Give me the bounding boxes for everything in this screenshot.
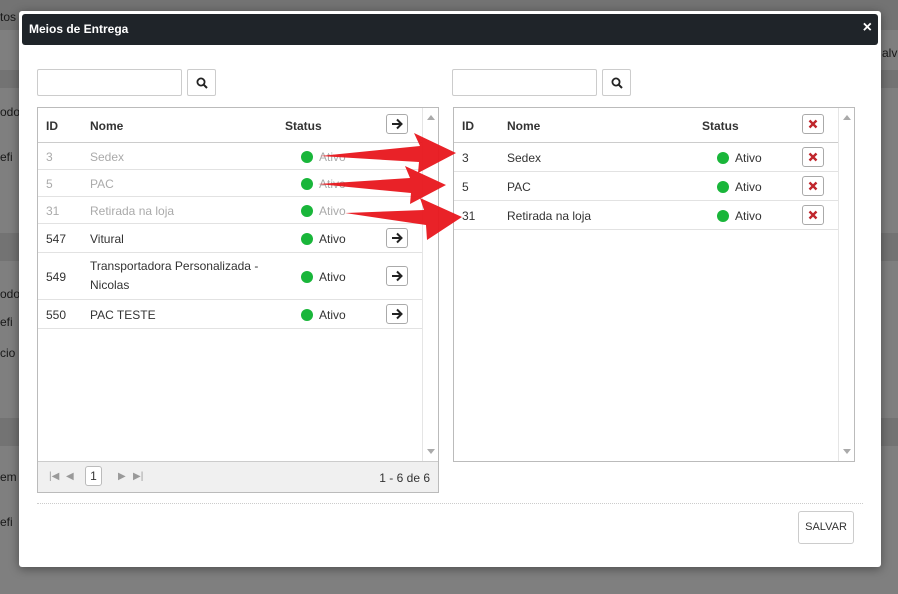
grid-header: ID Nome Status (38, 108, 423, 143)
footer-divider (37, 503, 863, 504)
row-id: 31 (46, 204, 60, 218)
vertical-scrollbar[interactable] (422, 108, 438, 461)
row-status: Ativo (319, 177, 346, 191)
column-header-id[interactable]: ID (46, 119, 58, 133)
left-search-input[interactable] (37, 69, 182, 96)
vertical-scrollbar[interactable] (838, 108, 854, 461)
table-row: 31 Retirada na loja Ativo (38, 197, 423, 224)
row-status: Ativo (319, 308, 346, 322)
search-icon (611, 77, 623, 89)
column-header-nome[interactable]: Nome (90, 119, 123, 133)
status-active-icon (717, 181, 729, 193)
column-header-status[interactable]: Status (702, 119, 739, 133)
remove-x-icon (808, 210, 818, 220)
current-page[interactable]: 1 (85, 466, 102, 486)
remove-x-icon (808, 119, 818, 129)
arrow-right-icon (392, 232, 403, 244)
status-active-icon (301, 151, 313, 163)
modal-header: Meios de Entrega × (22, 14, 878, 45)
add-all-button[interactable] (386, 114, 408, 134)
status-active-icon (301, 178, 313, 190)
row-nome: Sedex (507, 151, 542, 165)
available-methods-grid: ID Nome Status 3 Sedex Ativo 5 PAC Ativo… (37, 107, 439, 493)
row-id: 5 (462, 180, 469, 194)
row-id: 547 (46, 232, 67, 246)
remove-row-button[interactable] (802, 205, 824, 225)
last-page-icon[interactable]: ▶| (133, 471, 143, 483)
status-active-icon (301, 233, 313, 245)
row-id: 31 (462, 209, 476, 223)
row-status: Ativo (319, 150, 346, 164)
modal-title: Meios de Entrega (29, 22, 129, 36)
row-id: 3 (462, 151, 469, 165)
row-status: Ativo (735, 209, 762, 223)
table-row: 5 PAC Ativo (454, 172, 839, 201)
scroll-up-icon[interactable] (843, 115, 851, 120)
row-id: 3 (46, 150, 53, 164)
remove-x-icon (808, 152, 818, 162)
column-header-status[interactable]: Status (285, 119, 322, 133)
scroll-up-icon[interactable] (427, 115, 435, 120)
status-active-icon (301, 205, 313, 217)
next-page-icon[interactable]: ▶ (118, 471, 126, 483)
prev-page-icon[interactable]: ◀ (66, 471, 74, 483)
table-row: 550 PAC TESTE Ativo (38, 300, 423, 329)
grid-header: ID Nome Status (454, 108, 839, 143)
selected-methods-grid: ID Nome Status 3 Sedex Ativo 5 PAC Ativo (453, 107, 855, 462)
table-row: 547 Vitural Ativo (38, 224, 423, 253)
arrow-right-icon (392, 308, 403, 320)
row-status: Ativo (735, 151, 762, 165)
add-row-button[interactable] (386, 304, 408, 324)
scroll-down-icon[interactable] (427, 449, 435, 454)
row-status: Ativo (319, 232, 346, 246)
search-icon (196, 77, 208, 89)
row-nome-line2: Nicolas (90, 278, 130, 292)
remove-all-button[interactable] (802, 114, 824, 134)
row-nome: PAC (507, 180, 531, 194)
row-id: 549 (46, 270, 67, 284)
row-nome-line1: Transportadora Personalizada - (90, 259, 259, 273)
status-active-icon (717, 210, 729, 222)
table-row: 5 PAC Ativo (38, 170, 423, 197)
left-search-button[interactable] (187, 69, 216, 96)
table-row: 3 Sedex Ativo (454, 143, 839, 172)
save-button[interactable]: SALVAR (798, 511, 854, 544)
status-active-icon (301, 309, 313, 321)
row-nome: Retirada na loja (90, 204, 175, 218)
arrow-right-icon (392, 270, 403, 282)
row-status: Ativo (735, 180, 762, 194)
right-search-input[interactable] (452, 69, 597, 96)
row-id: 550 (46, 308, 67, 322)
column-header-nome[interactable]: Nome (507, 119, 540, 133)
scroll-down-icon[interactable] (843, 449, 851, 454)
row-nome: Sedex (90, 150, 125, 164)
remove-row-button[interactable] (802, 147, 824, 167)
first-page-icon[interactable]: |◀ (49, 471, 59, 483)
remove-x-icon (808, 181, 818, 191)
table-row: 3 Sedex Ativo (38, 143, 423, 170)
add-row-button[interactable] (386, 266, 408, 286)
right-search-button[interactable] (602, 69, 631, 96)
row-nome: Vitural (90, 232, 124, 246)
arrow-right-icon (392, 118, 403, 130)
row-nome: PAC TESTE (90, 308, 156, 322)
column-header-id[interactable]: ID (462, 119, 474, 133)
row-nome: Retirada na loja (507, 209, 592, 223)
status-active-icon (301, 271, 313, 283)
delivery-methods-modal: Meios de Entrega × ID Nome Status 3 Sede… (19, 11, 881, 567)
row-nome: PAC (90, 177, 114, 191)
status-active-icon (717, 152, 729, 164)
add-row-button[interactable] (386, 228, 408, 248)
remove-row-button[interactable] (802, 176, 824, 196)
close-icon[interactable]: × (863, 19, 872, 37)
pagination-bar: |◀ ◀ 1 ▶ ▶| 1 - 6 de 6 (38, 461, 438, 492)
row-status: Ativo (319, 204, 346, 218)
row-id: 5 (46, 177, 53, 191)
pagination-info: 1 - 6 de 6 (379, 471, 430, 485)
table-row: 549 Transportadora Personalizada - Nicol… (38, 253, 423, 300)
row-status: Ativo (319, 270, 346, 284)
table-row: 31 Retirada na loja Ativo (454, 201, 839, 230)
